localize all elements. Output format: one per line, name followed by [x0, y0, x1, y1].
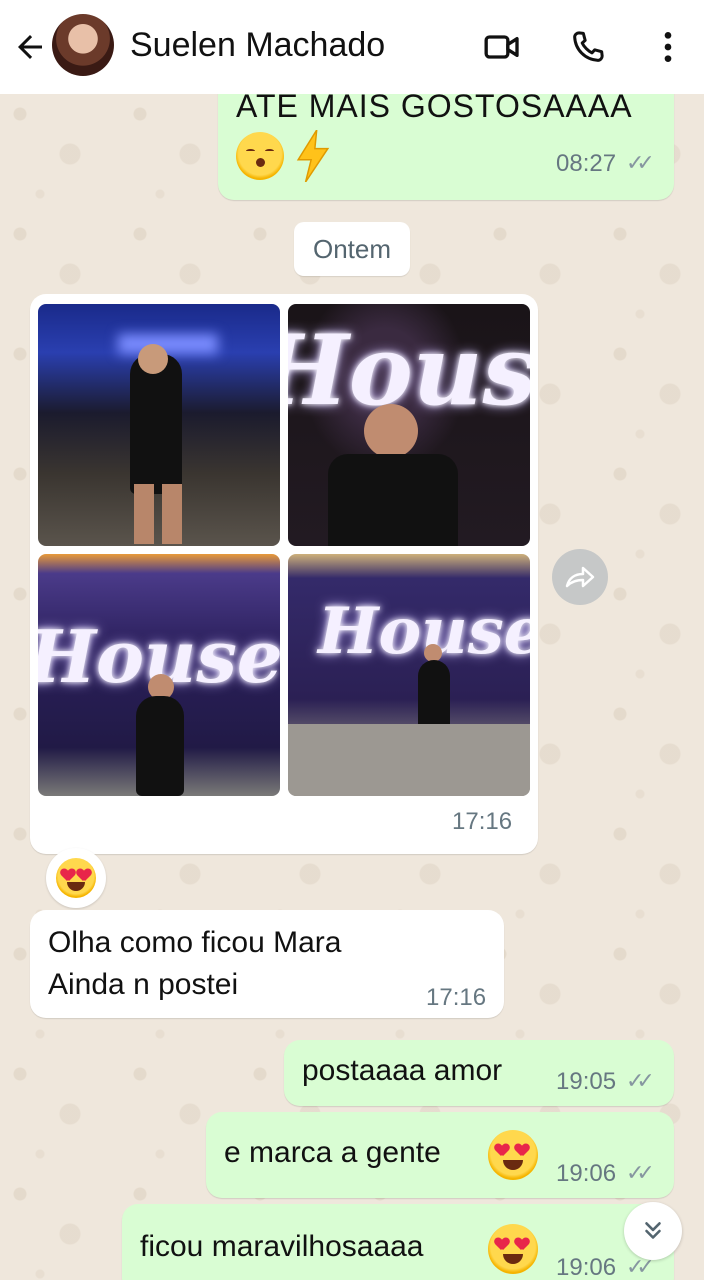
incoming-message[interactable]: Olha como ficou Mara Ainda n postei 17:1…: [30, 910, 504, 1018]
message-text: e marca a gente: [224, 1136, 441, 1169]
read-receipt-icon: ✓✓: [626, 1160, 655, 1185]
message-reaction[interactable]: [46, 848, 106, 908]
message-time: 17:16: [426, 984, 487, 1011]
message-text: ficou maravilhosaaaa: [140, 1230, 424, 1263]
video-call-icon[interactable]: [482, 27, 522, 67]
album-photo[interactable]: House: [288, 554, 530, 796]
read-receipt-icon: ✓✓: [626, 1068, 655, 1093]
lightning-emoji: [296, 130, 330, 182]
message-text: ATE MAIS GOSTOSAAAA: [236, 94, 633, 124]
voice-call-icon[interactable]: [568, 27, 608, 67]
outgoing-message[interactable]: ATE MAIS GOSTOSAAAA 08:27 ✓✓: [218, 94, 674, 200]
message-time: 08:27: [556, 150, 617, 177]
album-photo[interactable]: House: [38, 554, 280, 796]
message-text-line: Olha como ficou Mara: [48, 926, 342, 959]
heart-eyes-emoji: [488, 1130, 538, 1180]
more-options-icon[interactable]: [648, 27, 688, 67]
photo-album-message[interactable]: House House House 17:16: [30, 294, 538, 854]
heart-eyes-emoji: [488, 1224, 538, 1274]
kissing-face-emoji: [236, 132, 284, 180]
message-text-line: Ainda n postei: [48, 968, 239, 1001]
forward-button[interactable]: [552, 549, 608, 605]
album-photo[interactable]: House: [288, 304, 530, 546]
contact-avatar[interactable]: [52, 14, 114, 76]
contact-name[interactable]: Suelen Machado: [130, 26, 385, 65]
read-receipt-icon: ✓✓: [626, 150, 655, 175]
heart-eyes-emoji: [56, 858, 96, 898]
outgoing-message[interactable]: postaaaa amor 19:05 ✓✓: [284, 1040, 674, 1106]
message-text: postaaaa amor: [302, 1054, 503, 1087]
message-time: 17:16: [452, 808, 513, 835]
date-separator: Ontem: [294, 222, 410, 276]
forward-icon: [565, 566, 595, 588]
message-time: 19:06: [556, 1254, 617, 1280]
scroll-to-bottom-button[interactable]: [624, 1202, 682, 1260]
double-chevron-down-icon: [645, 1222, 661, 1239]
outgoing-message[interactable]: ficou maravilhosaaaa 19:06 ✓✓: [122, 1204, 674, 1280]
message-time: 19:06: [556, 1160, 617, 1187]
outgoing-message[interactable]: e marca a gente 19:06 ✓✓: [206, 1112, 674, 1198]
chat-header: Suelen Machado: [0, 0, 704, 94]
album-photo[interactable]: [38, 304, 280, 546]
message-list[interactable]: ATE MAIS GOSTOSAAAA 08:27 ✓✓ Ontem House…: [0, 94, 704, 1280]
message-time: 19:05: [556, 1068, 617, 1095]
back-arrow-icon[interactable]: [12, 29, 48, 65]
